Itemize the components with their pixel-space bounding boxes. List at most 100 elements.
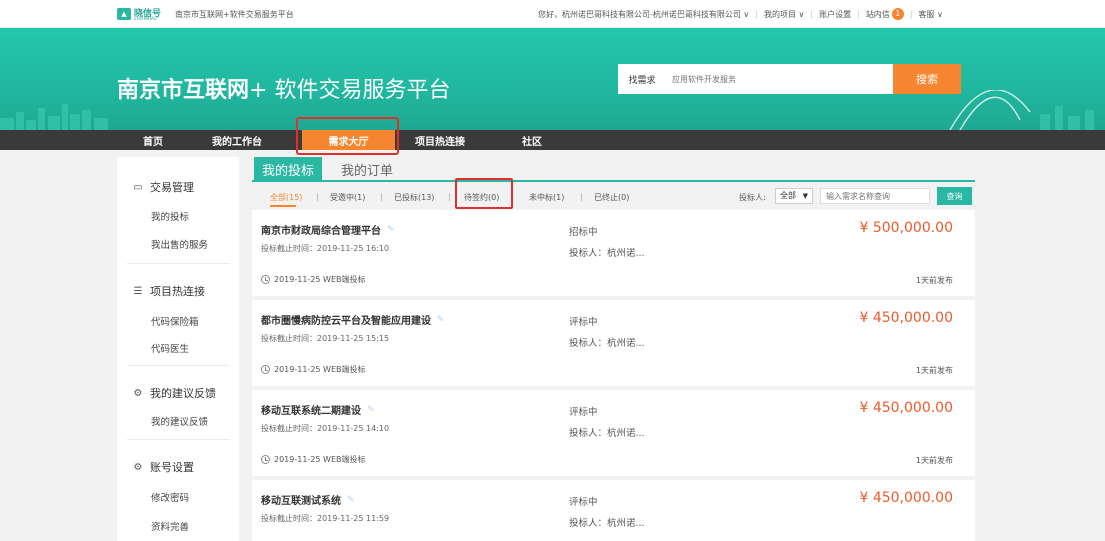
sidebar-item-code-safe[interactable]: 代码保险箱 [151,314,199,328]
gear-icon: ⚙ [133,461,143,473]
divider: | [857,9,860,19]
filter-bidded[interactable]: 已投标(13) [394,192,434,203]
bid-title[interactable]: 都市圈慢病防控云平台及智能应用建设 ✎ [261,312,445,328]
filter-all[interactable]: 全部(15) [270,192,302,203]
bid-status: 评标中 [569,497,598,508]
bid-title[interactable]: 移动互联系统二期建设 ✎ [261,402,375,418]
bid-card[interactable]: 南京市财政局综合管理平台 ✎ 投标截止时间：2019-11-25 16:10 招标… [252,210,975,296]
account-settings-link[interactable]: 账户设置 [819,9,851,20]
messages-link[interactable]: 站内信 [866,9,890,20]
platform-brand-title: 南京市互联网+ 软件交易服务平台 [117,78,451,103]
divider: | [909,9,913,19]
nav-home[interactable]: 首页 [143,133,163,148]
divider: | [380,192,383,201]
search-category-label[interactable]: 找需求 [618,73,666,86]
bid-published-time: 1天前发布 [915,456,953,465]
nav-project-hotlink[interactable]: 项目热连接 [415,133,465,148]
attachment-icon: ✎ [387,224,395,235]
main-content: 我的投标 我的订单 全部(15) | 受邀中(1) | 已投标(13) | 待签… [252,157,975,541]
message-count-badge: 1 [891,8,904,20]
bid-card[interactable]: 都市圈慢病防控云平台及智能应用建设 ✎ 投标截止时间：2019-11-25 15:… [252,300,975,386]
bid-deadline: 投标截止时间：2019-11-25 11:59 [261,514,390,523]
bid-bidder: 投标人：杭州诺... [569,338,645,349]
sidebar: ▭ 交易管理 我的投标 我出售的服务 ☰ 项目热连接 代码保险箱 代码医生 ⚙ 我的建… [117,157,239,541]
clock-icon [261,455,270,464]
greeting-dropdown[interactable]: 您好，杭州诺巴哥科技有限公司-杭州诺巴哥科技有限公司 ∨ [538,9,749,20]
filter-invited[interactable]: 受邀中(1) [330,192,365,203]
attachment-icon: ✎ [437,314,445,325]
site-name: 南京市互联网+软件交易服务平台 [175,10,294,19]
bidder-label: 投标人: [739,193,766,202]
top-bar: ▲ 晓信号 ZHIXINHAO 南京市互联网+软件交易服务平台 您好，杭州诺巴哥… [0,0,1105,28]
divider: | [810,9,814,19]
tab-bar: 我的投标 我的订单 [252,157,975,182]
bid-title[interactable]: 移动互联测试系统 ✎ [261,492,355,508]
bid-card[interactable]: 移动互联系统二期建设 ✎ 投标截止时间：2019-11-25 14:10 评标中 … [252,390,975,476]
sidebar-group-hotlink: ☰ 项目热连接 [133,285,205,298]
nav-community[interactable]: 社区 [522,133,542,148]
bidder-select[interactable]: 全部 ▼ [775,188,813,204]
divider: | [755,9,758,19]
query-button[interactable]: 查询 [937,187,972,205]
filter-not-won[interactable]: 未中标(1) [529,192,564,203]
bid-status: 评标中 [569,317,598,328]
bid-published-time: 1天前发布 [915,276,953,285]
divider: | [580,192,583,201]
top-user-menu: 您好，杭州诺巴哥科技有限公司-杭州诺巴哥科技有限公司 ∨ | 我的项目 ∨ | … [538,8,943,20]
logo-subtext: ZHIXINHAO [134,16,157,21]
sidebar-item-my-services[interactable]: 我出售的服务 [151,237,208,251]
bid-bidder: 投标人：杭州诺... [569,518,645,529]
bid-status: 招标中 [569,227,598,238]
bid-deadline: 投标截止时间：2019-11-25 16:10 [261,244,390,253]
tab-my-orders[interactable]: 我的订单 [337,157,397,182]
sidebar-item-change-password[interactable]: 修改密码 [151,490,189,504]
bid-footer: 2019-11-25 WEB端投标 [261,364,366,375]
divider: | [316,192,319,201]
caret-down-icon: ▼ [802,192,808,200]
attachment-icon: ✎ [367,404,375,415]
divider [127,365,229,366]
clock-icon [261,365,270,374]
nav-workbench[interactable]: 我的工作台 [212,133,262,148]
clock-icon [261,275,270,284]
divider [127,263,229,264]
search-input[interactable] [666,64,893,94]
customer-service-dropdown[interactable]: 客服 ∨ [919,9,943,20]
page-root: ▲ 晓信号 ZHIXINHAO 南京市互联网+软件交易服务平台 您好，杭州诺巴哥… [0,0,1105,541]
bid-bidder: 投标人：杭州诺... [569,428,645,439]
demand-name-query-input[interactable] [820,188,930,204]
bid-footer: 2019-11-25 WEB端投标 [261,454,366,465]
filter-active-underline [270,205,296,207]
bid-deadline: 投标截止时间：2019-11-25 14:10 [261,424,390,433]
search-button[interactable]: 搜索 [893,64,961,94]
sidebar-group-account: ⚙ 账号设置 [133,461,194,474]
sidebar-item-my-bids[interactable]: 我的投标 [151,209,189,223]
highlight-box [455,178,513,209]
bid-title[interactable]: 南京市财政局综合管理平台 ✎ [261,222,395,238]
bid-deadline: 投标截止时间：2019-11-25 15:15 [261,334,390,343]
sidebar-group-trade: ▭ 交易管理 [133,181,194,194]
sidebar-item-my-feedback[interactable]: 我的建议反馈 [151,414,208,428]
tab-my-bids[interactable]: 我的投标 [254,157,322,182]
sidebar-item-profile[interactable]: 资料完善 [151,519,189,533]
bid-price: ¥ 450,000.00 [859,310,953,326]
main-nav: 首页 我的工作台 项目热连接 社区 [0,130,1105,150]
divider [127,439,229,440]
attachment-icon: ✎ [347,494,355,505]
list-icon: ☰ [133,285,143,297]
bid-bidder: 投标人：杭州诺... [569,248,645,259]
bid-price: ¥ 450,000.00 [859,400,953,416]
filter-terminated[interactable]: 已终止(0) [594,192,629,203]
trade-icon: ▭ [133,181,143,193]
gear-icon: ⚙ [133,387,143,399]
bid-price: ¥ 500,000.00 [859,220,953,236]
bid-price: ¥ 450,000.00 [859,490,953,506]
demand-search-box: 找需求 搜索 [618,64,961,94]
bid-card[interactable]: 移动互联测试系统 ✎ 投标截止时间：2019-11-25 11:59 评标中 投标… [252,480,975,541]
sidebar-item-code-doctor[interactable]: 代码医生 [151,341,189,355]
bid-published-time: 1天前发布 [915,366,953,375]
site-logo[interactable]: ▲ 晓信号 ZHIXINHAO [117,6,161,22]
logo-mark-icon: ▲ [117,8,131,20]
my-projects-dropdown[interactable]: 我的项目 ∨ [764,9,804,20]
divider: | [448,192,451,201]
